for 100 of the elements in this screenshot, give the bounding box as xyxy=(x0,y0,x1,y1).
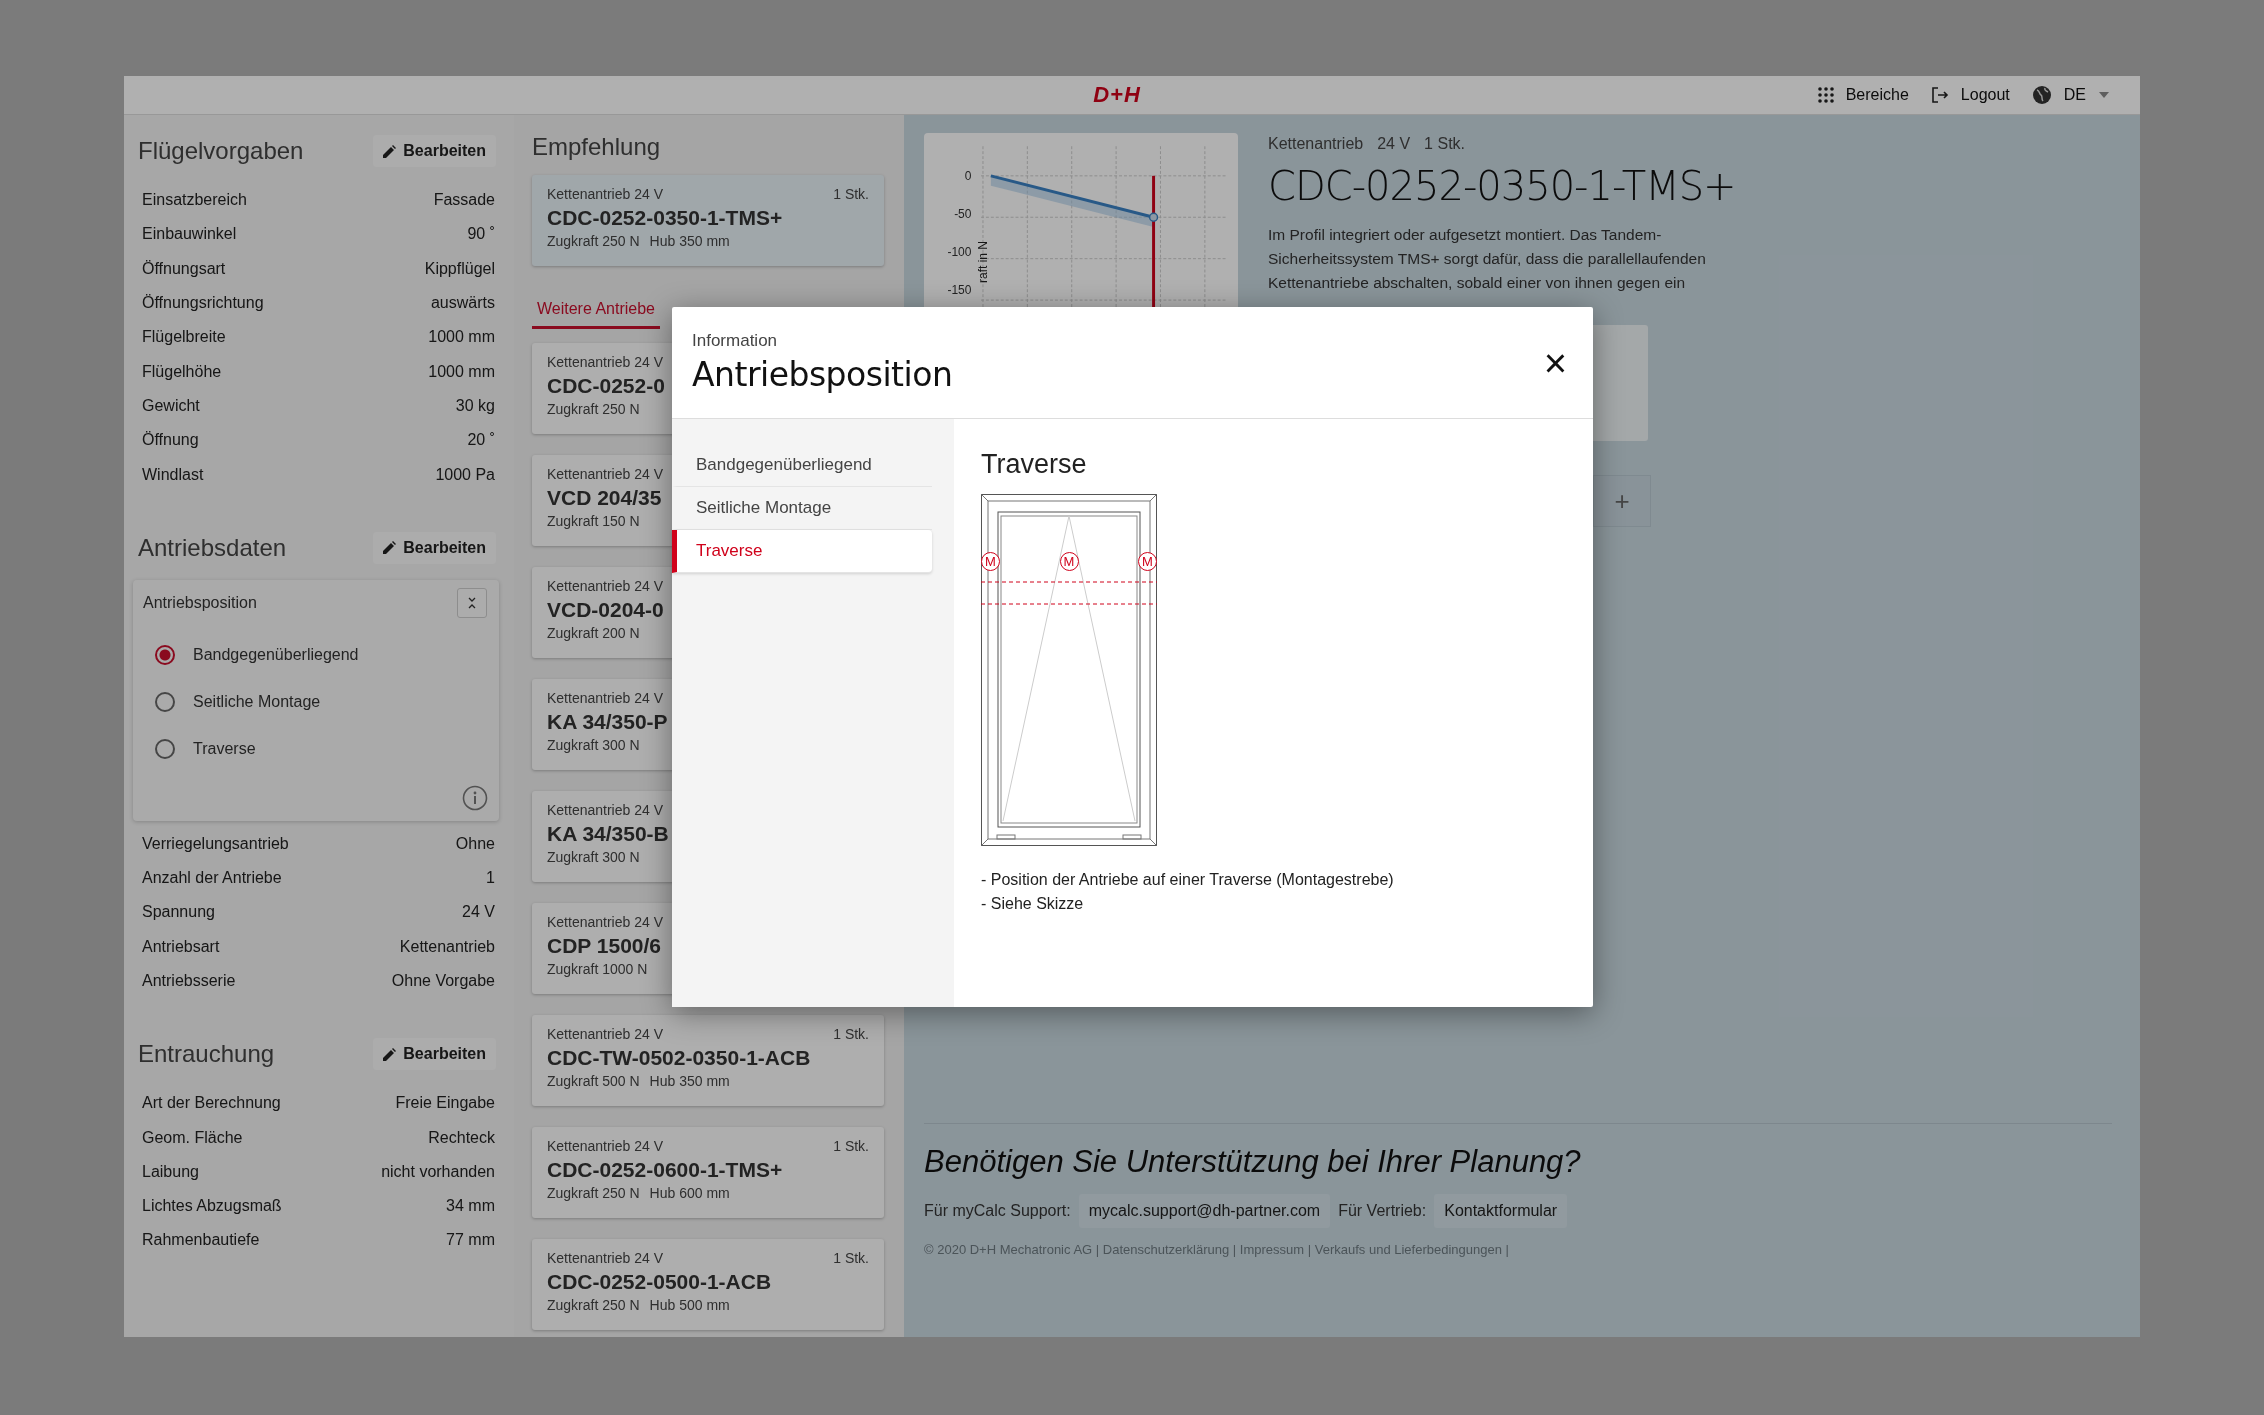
grid-icon xyxy=(1817,87,1834,103)
info-icon[interactable] xyxy=(462,784,488,811)
product-type: Kettenantrieb 24 V xyxy=(547,1250,663,1266)
close-button[interactable]: × xyxy=(1543,343,1567,383)
support-label: Für myCalc Support: xyxy=(924,1202,1071,1220)
product-stroke: Hub 600 mm xyxy=(649,1185,730,1201)
collapse-icon xyxy=(467,596,477,609)
field-value: Ohne Vorgabe xyxy=(391,972,495,990)
pencil-icon xyxy=(383,541,397,555)
field-label: Antriebsserie xyxy=(142,972,236,990)
product-force: Zugkraft 250 N xyxy=(547,1297,640,1313)
product-meta: Kettenantrieb xyxy=(1268,135,1364,153)
product-force: Zugkraft 200 N xyxy=(547,625,640,641)
header-menu-item[interactable]: Bereiche xyxy=(1817,86,1909,104)
field-label: Antriebsart xyxy=(142,937,220,956)
field-label: Rahmenbautiefe xyxy=(142,1231,260,1250)
contact-link[interactable]: Kontaktformular xyxy=(1434,1194,1568,1228)
globe-icon xyxy=(2031,85,2052,105)
field-value: Fassade xyxy=(433,191,495,210)
radio-option[interactable]: Seitliche Montage xyxy=(139,678,487,726)
section-title: Empfehlung xyxy=(532,133,662,161)
product-force: Zugkraft 500 N xyxy=(547,1073,640,1089)
field-label: Einbauwinkel xyxy=(142,225,237,244)
product-quantity: 1 Stk. xyxy=(833,1138,869,1154)
pencil-icon xyxy=(383,1047,397,1061)
product-type: Kettenantrieb 24 V xyxy=(547,1138,663,1154)
logo: D+H xyxy=(1093,82,1141,108)
product-type: Kettenantrieb 24 V xyxy=(547,914,663,930)
product-force: Zugkraft 250 N xyxy=(547,401,640,417)
product-card[interactable]: Kettenantrieb 24 V 1 Stk. CDC-TW-0502-0350-1-ACB Zugkraft 500 N Hub 350 mm xyxy=(532,1015,884,1106)
product-name: CDC-TW-0502-0350-1-ACB xyxy=(547,1046,811,1070)
product-description: Im Profil integriert oder aufgesetzt montiert. Das Tandem-Sicherheitssystem TMS+ sorgt dafür, dass die parallellaufenden Kettenantriebe abschalten, sobald einer von ihnen gegen ein xyxy=(1268,225,1707,293)
product-force: Zugkraft 1000 N xyxy=(547,961,648,977)
product-type: Kettenantrieb 24 V xyxy=(547,802,663,818)
edit-button[interactable]: Bearbeiten xyxy=(373,1038,496,1071)
product-card[interactable]: Kettenantrieb 24 V 1 Stk. CDC-0252-0600-1-TMS+ Zugkraft 250 N Hub 600 mm xyxy=(532,1127,884,1218)
field-label: Windlast xyxy=(142,465,204,484)
header-menu-item[interactable]: DE xyxy=(2031,85,2110,105)
product-type: Kettenantrieb 24 V xyxy=(547,690,663,706)
dialog-title: Antriebsposition xyxy=(692,355,953,394)
note-text: - Position der Antriebe auf einer Traverse (Montagestrebe) xyxy=(981,870,1394,890)
email-link[interactable]: mycalc.support@dh-partner.com xyxy=(1078,1194,1331,1228)
axis-tick-label: 0 xyxy=(963,169,972,183)
field-value: 90 ˚ xyxy=(467,225,495,244)
field-label: Anzahl der Antriebe xyxy=(142,869,282,888)
section-title: Entrauchung xyxy=(138,1040,275,1069)
product-name: CDP 1500/6 xyxy=(547,934,662,958)
collapse-button[interactable] xyxy=(457,587,487,618)
product-quantity: 1 Stk. xyxy=(833,1026,869,1042)
field-label: Verriegelungsantrieb xyxy=(142,834,289,853)
product-name: CDC-0252-0 xyxy=(547,374,665,398)
axis-tick-label: -100 xyxy=(946,245,972,259)
field-value: 34 mm xyxy=(446,1197,495,1216)
field-label: Flügelhöhe xyxy=(142,362,222,381)
axis-tick-label: -150 xyxy=(946,283,972,297)
edit-button[interactable]: Bearbeiten xyxy=(373,531,496,564)
field-label: Gewicht xyxy=(142,396,200,415)
product-quantity: 1 Stk. xyxy=(833,1250,869,1266)
radio-option[interactable]: Bandgegenüberliegend xyxy=(139,631,487,679)
product-meta: 24 V xyxy=(1377,135,1411,153)
product-type: Kettenantrieb 24 V xyxy=(547,186,663,202)
tab[interactable]: Weitere Antriebe xyxy=(532,294,660,329)
product-card[interactable]: Kettenantrieb 24 V 1 Stk. CDC-0252-0350-1-TMS+ Zugkraft 250 N Hub 350 mm xyxy=(532,175,884,266)
field-value: auswärts xyxy=(430,294,495,313)
product-name: CDC-0252-0600-1-TMS+ xyxy=(547,1158,783,1182)
field-value: Kippflügel xyxy=(424,259,495,278)
radio-option[interactable]: Traverse xyxy=(139,725,487,773)
product-quantity: 1 Stk. xyxy=(833,186,869,202)
product-type: Kettenantrieb 24 V xyxy=(547,578,663,594)
radio-button[interactable] xyxy=(155,692,175,713)
product-type: Kettenantrieb 24 V xyxy=(547,354,663,370)
product-stroke: Hub 350 mm xyxy=(649,1073,730,1089)
dialog-kicker: Information xyxy=(692,331,779,351)
product-card[interactable]: Kettenantrieb 24 V 1 Stk. CDC-0252-0500-1-ACB Zugkraft 250 N Hub 500 mm xyxy=(532,1239,884,1330)
product-force: Zugkraft 300 N xyxy=(547,849,640,865)
product-force: Zugkraft 250 N xyxy=(547,1185,640,1201)
field-value: 77 mm xyxy=(446,1231,495,1250)
dialog-nav-item[interactable]: Traverse xyxy=(672,530,932,573)
field-value: 1000 Pa xyxy=(435,465,495,484)
note-text: - Siehe Skizze xyxy=(981,894,1085,914)
product-type: Kettenantrieb 24 V xyxy=(547,466,663,482)
field-value: Ohne xyxy=(455,834,495,853)
field-label: Öffnung xyxy=(142,431,199,450)
support-heading: Benötigen Sie Unterstützung bei Ihrer Planung? xyxy=(924,1144,1582,1180)
field-label: Flügelbreite xyxy=(142,328,226,347)
product-force: Zugkraft 250 N xyxy=(547,233,640,249)
field-label: Öffnungsrichtung xyxy=(142,294,264,313)
pencil-icon xyxy=(383,144,397,158)
field-label: Geom. Fläche xyxy=(142,1128,243,1147)
logout-icon xyxy=(1930,86,1949,104)
dialog-nav-item[interactable]: Bandgegenüberliegend xyxy=(672,444,932,487)
axis-label: raft in N xyxy=(976,241,990,283)
header-menu-item[interactable]: Logout xyxy=(1930,86,2010,104)
field-value: Freie Eingabe xyxy=(395,1094,495,1113)
product-name: VCD-0204-0 xyxy=(547,598,664,622)
edit-button[interactable]: Bearbeiten xyxy=(373,135,496,167)
copyright-text: © 2020 D+H Mechatronic AG | Datenschutzerklärung | Impressum | Verkaufs und Lieferbedingungen | xyxy=(924,1242,1510,1257)
product-force: Zugkraft 150 N xyxy=(547,513,640,529)
radio-button[interactable] xyxy=(155,739,175,760)
product-meta: 1 Stk. xyxy=(1424,135,1465,153)
